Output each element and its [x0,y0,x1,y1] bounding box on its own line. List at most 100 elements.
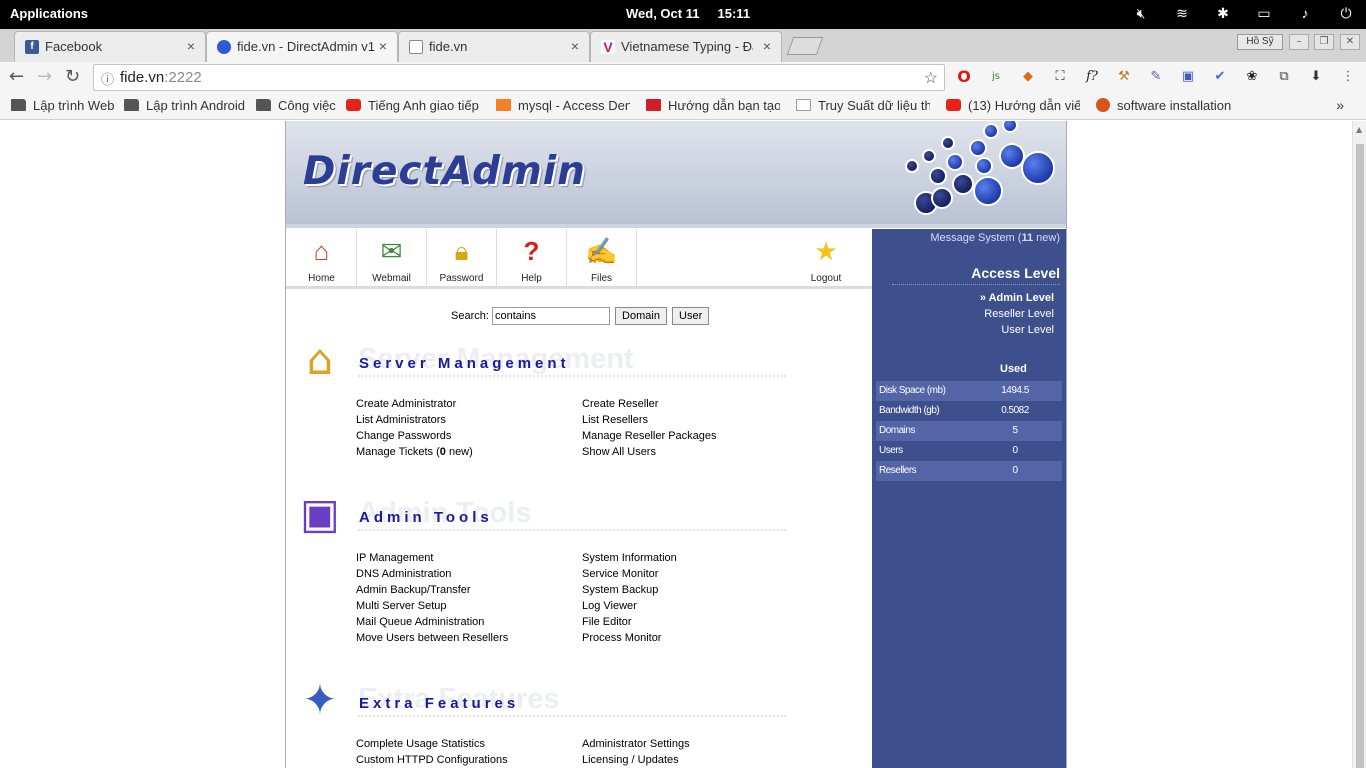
nav-webmail[interactable]: ✉ Webmail [357,229,427,289]
bookmark-lap-trinh-android[interactable]: Lập trình Android [124,98,245,113]
tab-facebook[interactable]: f Facebook × [14,31,206,62]
link-admin-backup-transfer[interactable]: Admin Backup/Transfer [356,582,508,598]
tab-fide[interactable]: fide.vn × [398,31,590,62]
cloud-icon[interactable]: ◆ [1019,68,1037,86]
maximize-icon[interactable]: ❐ [1314,34,1334,50]
bluetooth-icon[interactable]: ✱ [1213,5,1233,22]
link-administrator-settings[interactable]: Administrator Settings [582,736,690,752]
question-icon: ? [523,236,540,266]
header-banner: DirectAdmin [286,121,1066,228]
search-domain-button[interactable]: Domain [615,307,667,325]
formula-icon[interactable]: f? [1083,68,1101,86]
link-custom-httpd-configurations[interactable]: Custom HTTPD Configurations [356,752,508,768]
power-icon[interactable]: ⏻ [1336,5,1356,22]
close-tab-icon[interactable]: × [763,38,771,54]
screenshot-icon[interactable]: ⛶ [1051,68,1069,86]
links-column-2: Create Reseller List Resellers Manage Re… [582,396,717,460]
user-badge-icon[interactable]: ▣ [1179,68,1197,86]
links-column-1: IP Management DNS Administration Admin B… [356,550,508,646]
info-icon[interactable]: ⓘ [101,69,114,88]
new-tab-button[interactable] [786,37,824,55]
tab-vietnamese-typing[interactable]: V Vietnamese Typing - Đá × [590,31,782,62]
link-list-administrators[interactable]: List Administrators [356,412,473,428]
close-tab-icon[interactable]: × [571,38,579,54]
section-title: Admin Tools [359,509,493,526]
link-dns-administration[interactable]: DNS Administration [356,566,508,582]
link-process-monitor[interactable]: Process Monitor [582,630,677,646]
link-manage-tickets[interactable]: Manage Tickets (0 new) [356,444,473,460]
scroll-up-arrow-icon[interactable]: ▲ [1356,125,1362,134]
link-change-passwords[interactable]: Change Passwords [356,428,473,444]
check-icon[interactable]: ✔ [1211,68,1229,86]
search-input[interactable] [491,307,610,325]
nav-logout[interactable]: ★ Logout [791,229,861,289]
wifi-icon[interactable]: ≋ [1172,5,1192,22]
bookmark-tieng-anh[interactable]: Tiếng Anh giao tiếp c [346,98,483,113]
battery-icon[interactable]: ▭ [1254,5,1274,22]
link-ip-management[interactable]: IP Management [356,550,508,566]
admin-level-link[interactable]: » Admin Level [980,292,1054,304]
eyedropper-icon[interactable]: ✎ [1147,68,1165,86]
js-icon[interactable]: js [987,68,1005,86]
link-complete-usage-statistics[interactable]: Complete Usage Statistics [356,736,508,752]
reload-icon[interactable]: ↻ [65,66,80,87]
link-system-information[interactable]: System Information [582,550,677,566]
bookmark-lap-trinh-web[interactable]: Lập trình Web [11,98,114,113]
scrollbar-thumb[interactable] [1356,144,1364,768]
message-system-link[interactable]: Message System (11 new) [930,232,1060,244]
link-create-administrator[interactable]: Create Administrator [356,396,473,412]
forward-arrow-icon[interactable]: → [37,66,52,87]
nav-password[interactable]: 🔒︎ Password [427,229,497,289]
bookmark-cong-viec[interactable]: Công việc [256,98,336,113]
bell-icon[interactable]: ♪ [1295,5,1315,22]
close-window-icon[interactable]: ✕ [1340,34,1360,50]
bookmarks-overflow-button[interactable]: » [1336,97,1344,113]
paw-icon[interactable]: ❀ [1243,68,1261,86]
applications-menu[interactable]: Applications [10,6,88,21]
minimize-icon[interactable]: – [1289,34,1309,50]
download-icon[interactable]: ⬇ [1307,68,1325,86]
bookmark-truy-suat[interactable]: Truy Suất dữ liệu the [796,98,930,113]
bookmark-software-installation[interactable]: software installation [1096,98,1231,114]
tab-directadmin[interactable]: fide.vn - DirectAdmin v1 × [206,31,398,62]
hammer-icon[interactable]: ⚒ [1115,68,1133,86]
bookmark-star-icon[interactable]: ☆ [924,68,938,88]
bookmark-huong-dan-viet[interactable]: (13) Hướng dẫn viết [946,98,1080,113]
bookmark-mysql[interactable]: mysql - Access Deni [496,98,630,113]
reseller-level-link[interactable]: Reseller Level [984,308,1054,320]
link-log-viewer[interactable]: Log Viewer [582,598,677,614]
page-scrollbar[interactable]: ▲ [1352,121,1366,768]
nav-help[interactable]: ? Help [497,229,567,289]
search-label: Search: [451,309,489,322]
link-licensing-updates[interactable]: Licensing / Updates [582,752,690,768]
link-list-resellers[interactable]: List Resellers [582,412,717,428]
search-user-button[interactable]: User [672,307,710,325]
link-create-reseller[interactable]: Create Reseller [582,396,717,412]
nav-files[interactable]: ✍ Files [567,229,637,289]
tab-title: fide.vn [429,39,468,54]
link-multi-server-setup[interactable]: Multi Server Setup [356,598,508,614]
close-tab-icon[interactable]: × [379,38,387,54]
link-service-monitor[interactable]: Service Monitor [582,566,677,582]
link-show-all-users[interactable]: Show All Users [582,444,717,460]
nav-home[interactable]: ⌂ Home [287,229,357,289]
user-level-link[interactable]: User Level [1001,324,1054,336]
back-arrow-icon[interactable]: ← [9,66,24,87]
profile-button[interactable]: Hồ Sỹ [1237,34,1283,50]
opera-icon[interactable]: O [955,68,973,86]
address-bar[interactable]: ⓘ fide.vn:2222 ☆ [93,64,945,91]
link-mail-queue-administration[interactable]: Mail Queue Administration [356,614,508,630]
link-move-users-between-resellers[interactable]: Move Users between Resellers [356,630,508,646]
close-tab-icon[interactable]: × [187,38,195,54]
padlock-icon: 🔒︎ [454,236,469,266]
clock[interactable]: Wed, Oct 11 15:11 [626,6,750,21]
system-tray: 🔇︎ ≋ ✱ ▭ ♪ ⏻ [1131,5,1356,22]
link-manage-reseller-packages[interactable]: Manage Reseller Packages [582,428,717,444]
menu-icon[interactable]: ⋮ [1339,68,1357,86]
directadmin-frame: DirectAdmin ⌂ Home ✉ Webmail 🔒︎ Password… [285,121,1067,768]
mute-icon[interactable]: 🔇︎ [1131,5,1151,22]
bookmark-huong-dan-ban-tao[interactable]: Hướng dẫn bạn tạo l [646,98,780,113]
cast-icon[interactable]: ⧉ [1275,68,1293,86]
link-file-editor[interactable]: File Editor [582,614,677,630]
link-system-backup[interactable]: System Backup [582,582,677,598]
